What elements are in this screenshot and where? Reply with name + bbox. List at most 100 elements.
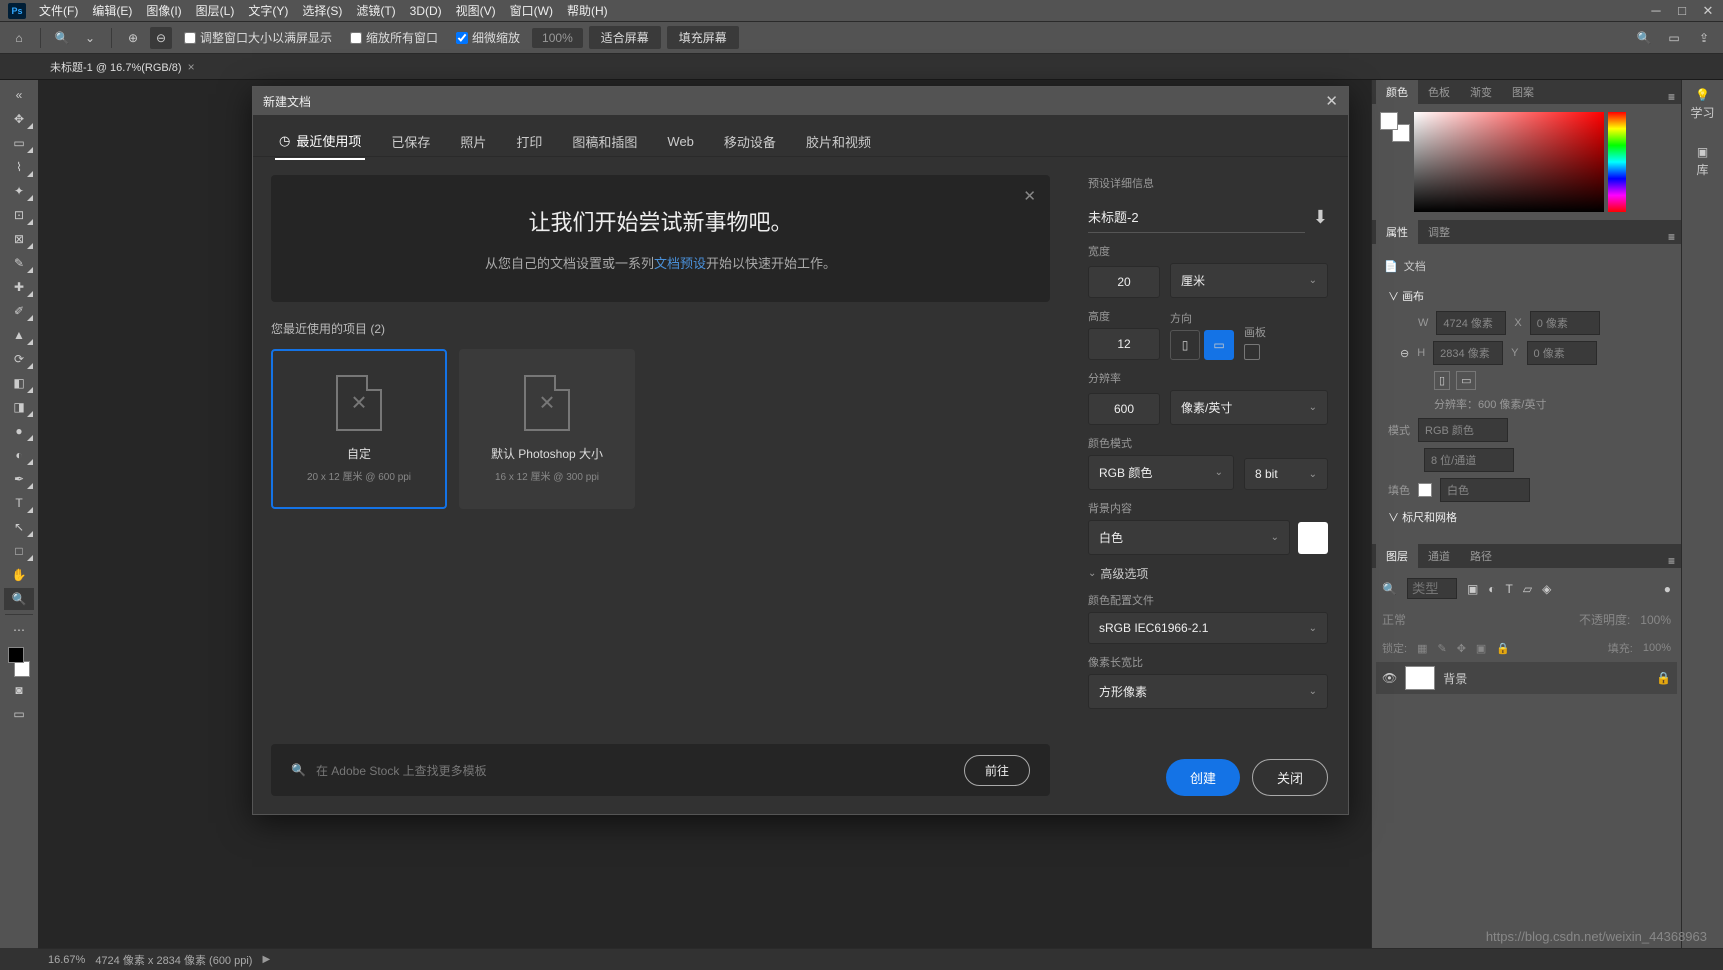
dialog-close-icon[interactable]: ✕: [1325, 92, 1338, 110]
close-button[interactable]: ✕: [1695, 1, 1721, 21]
filter-adjust-icon[interactable]: ◐: [1488, 582, 1495, 596]
canvas-section-header[interactable]: ∨ 画布: [1388, 284, 1665, 308]
tab-film[interactable]: 胶片和视频: [802, 124, 875, 159]
filter-smart-icon[interactable]: ◈: [1542, 582, 1551, 596]
path-select-tool[interactable]: ↖: [4, 516, 34, 538]
panel-menu-icon[interactable]: ≡: [1668, 90, 1675, 104]
tab-paths[interactable]: 路径: [1460, 544, 1502, 568]
shape-tool[interactable]: □: [4, 540, 34, 562]
background-select[interactable]: 白色⌄: [1088, 520, 1290, 555]
share-icon[interactable]: ⇪: [1693, 27, 1715, 49]
tab-art[interactable]: 图稿和插图: [568, 124, 641, 159]
zoom-all-check[interactable]: 缩放所有窗口: [344, 29, 444, 46]
tab-photo[interactable]: 照片: [456, 124, 490, 159]
eyedropper-tool[interactable]: ✎: [4, 252, 34, 274]
preset-custom[interactable]: ✕ 自定 20 x 12 厘米 @ 600 ppi: [271, 349, 447, 509]
lock-all-icon[interactable]: 🔒: [1496, 642, 1510, 655]
menu-select[interactable]: 选择(S): [295, 0, 349, 21]
learn-button[interactable]: 💡学习: [1690, 88, 1714, 121]
tab-channels[interactable]: 通道: [1418, 544, 1460, 568]
filter-image-icon[interactable]: ▣: [1467, 582, 1478, 596]
fit-screen-button[interactable]: 适合屏幕: [589, 26, 661, 49]
height-input[interactable]: 12: [1088, 328, 1160, 360]
go-button[interactable]: 前往: [964, 755, 1030, 786]
portrait-icon[interactable]: ▯: [1434, 371, 1450, 390]
brush-tool[interactable]: ✐: [4, 300, 34, 322]
menu-window[interactable]: 窗口(W): [503, 0, 560, 21]
menu-view[interactable]: 视图(V): [449, 0, 503, 21]
type-tool[interactable]: T: [4, 492, 34, 514]
move-tool[interactable]: ✥: [4, 108, 34, 130]
create-button[interactable]: 创建: [1166, 759, 1240, 796]
color-picker[interactable]: [4, 647, 34, 677]
fill-swatch[interactable]: [1418, 483, 1432, 497]
close-button[interactable]: 关闭: [1252, 759, 1328, 796]
stock-search-input[interactable]: 在 Adobe Stock 上查找更多模板: [316, 762, 487, 779]
filter-shape-icon[interactable]: ▱: [1523, 582, 1532, 596]
lock-transparency-icon[interactable]: ▦: [1417, 642, 1427, 655]
minimize-button[interactable]: ─: [1643, 1, 1669, 21]
library-button[interactable]: ▣库: [1696, 145, 1708, 178]
stamp-tool[interactable]: ▲: [4, 324, 34, 346]
link-icon[interactable]: ⊖: [1400, 347, 1409, 360]
hue-slider[interactable]: [1608, 112, 1626, 212]
tab-layers[interactable]: 图层: [1376, 544, 1418, 568]
portrait-button[interactable]: ▯: [1170, 330, 1200, 360]
resolution-unit-select[interactable]: 像素/英寸⌄: [1170, 390, 1328, 425]
lock-pixels-icon[interactable]: ✎: [1437, 642, 1446, 655]
lock-artboard-icon[interactable]: ▣: [1476, 642, 1486, 655]
save-preset-icon[interactable]: ⬇: [1313, 207, 1328, 228]
search-icon[interactable]: 🔍: [1633, 27, 1655, 49]
tab-properties[interactable]: 属性: [1376, 220, 1418, 244]
tab-web[interactable]: Web: [663, 126, 698, 157]
lock-position-icon[interactable]: ✥: [1457, 642, 1466, 655]
visibility-icon[interactable]: 👁: [1382, 671, 1397, 685]
tab-color[interactable]: 颜色: [1376, 80, 1418, 104]
color-fgbg[interactable]: [1380, 112, 1410, 142]
menu-file[interactable]: 文件(F): [32, 0, 85, 21]
blur-tool[interactable]: ●: [4, 420, 34, 442]
filter-toggle-icon[interactable]: ●: [1664, 582, 1671, 596]
preset-default[interactable]: ✕ 默认 Photoshop 大小 16 x 12 厘米 @ 300 ppi: [459, 349, 635, 509]
pixel-aspect-select[interactable]: 方形像素⌄: [1088, 674, 1328, 709]
screenmode-icon[interactable]: ▭: [4, 703, 34, 725]
zoom-in-icon[interactable]: ⊕: [122, 27, 144, 49]
status-menu-icon[interactable]: ▶: [262, 954, 270, 965]
layer-filter-input[interactable]: [1407, 578, 1457, 599]
document-name-input[interactable]: 未标题-2: [1088, 201, 1305, 233]
menu-layer[interactable]: 图层(L): [189, 0, 242, 21]
menu-image[interactable]: 图像(I): [139, 0, 188, 21]
resize-window-check[interactable]: 调整窗口大小以满屏显示: [178, 29, 338, 46]
landscape-icon[interactable]: ▭: [1456, 371, 1476, 390]
tab-recent[interactable]: ◷最近使用项: [275, 123, 365, 160]
collapse-icon[interactable]: «: [4, 84, 34, 106]
bit-depth-select[interactable]: 8 bit⌄: [1244, 458, 1328, 490]
background-color-swatch[interactable]: [1298, 522, 1328, 554]
tab-saved[interactable]: 已保存: [387, 124, 434, 159]
y-field[interactable]: 0 像素: [1527, 341, 1597, 365]
x-field[interactable]: 0 像素: [1530, 311, 1600, 335]
opacity-field[interactable]: 100%: [1640, 613, 1671, 627]
zoom-tool-icon[interactable]: 🔍: [51, 27, 73, 49]
ruler-section-header[interactable]: ∨ 标尺和网格: [1388, 505, 1665, 529]
mode-select[interactable]: RGB 颜色: [1418, 418, 1508, 442]
hand-tool[interactable]: ✋: [4, 564, 34, 586]
advanced-toggle[interactable]: ⌄高级选项: [1088, 565, 1328, 582]
history-brush-tool[interactable]: ⟳: [4, 348, 34, 370]
tab-mobile[interactable]: 移动设备: [720, 124, 780, 159]
resolution-input[interactable]: 600: [1088, 393, 1160, 425]
width-field[interactable]: 4724 像素: [1436, 311, 1506, 335]
zoom-tool[interactable]: 🔍: [4, 588, 34, 610]
edit-toolbar-icon[interactable]: ⋯: [4, 619, 34, 641]
workspace-icon[interactable]: ▭: [1663, 27, 1685, 49]
crop-tool[interactable]: ⊡: [4, 204, 34, 226]
menu-type[interactable]: 文字(Y): [241, 0, 295, 21]
layer-thumbnail[interactable]: [1405, 666, 1435, 690]
document-tab[interactable]: 未标题-1 @ 16.7%(RGB/8) ×: [38, 55, 207, 79]
frame-tool[interactable]: ⊠: [4, 228, 34, 250]
lock-icon[interactable]: 🔒: [1656, 671, 1671, 685]
banner-close-icon[interactable]: ✕: [1023, 187, 1036, 205]
dialog-titlebar[interactable]: 新建文档 ✕: [253, 87, 1348, 115]
zoom-percent[interactable]: 16.67%: [48, 954, 85, 966]
quickmask-icon[interactable]: ◙: [4, 679, 34, 701]
